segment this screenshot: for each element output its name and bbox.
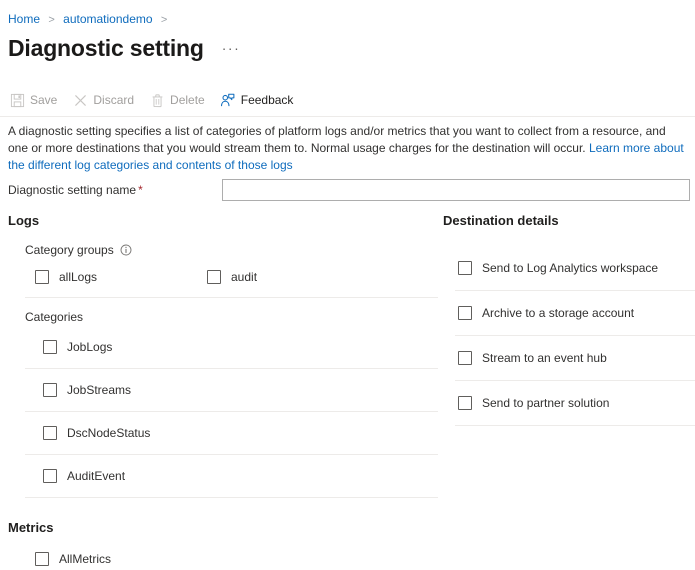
checkbox-row-log-analytics[interactable]: Send to Log Analytics workspace xyxy=(443,257,695,279)
description-body: A diagnostic setting specifies a list of… xyxy=(8,124,666,155)
checkbox-label-alllogs: allLogs xyxy=(59,269,97,285)
categories-heading: Categories xyxy=(8,309,438,325)
metrics-heading: Metrics xyxy=(8,519,438,536)
checkbox-label-allmetrics: AllMetrics xyxy=(59,551,111,567)
checkbox-row-dscnodestatus[interactable]: DscNodeStatus xyxy=(8,422,438,444)
checkbox-dscnodestatus[interactable] xyxy=(43,426,57,440)
destination-details-heading: Destination details xyxy=(443,212,695,229)
page-title: Diagnostic setting xyxy=(8,33,204,63)
checkbox-audit[interactable] xyxy=(207,270,221,284)
destination-details-column: Destination details Send to Log Analytic… xyxy=(443,212,695,426)
title-row: Diagnostic setting ··· xyxy=(8,33,240,63)
delete-label: Delete xyxy=(170,92,205,108)
category-groups-heading: Category groups xyxy=(25,242,114,258)
trash-icon xyxy=(149,92,165,108)
checkbox-send-to-partner-solution[interactable] xyxy=(458,396,472,410)
divider xyxy=(455,380,695,381)
diagnostic-setting-name-row: Diagnostic setting name* xyxy=(8,179,690,201)
checkbox-alllogs[interactable] xyxy=(35,270,49,284)
checkbox-row-alllogs[interactable]: allLogs xyxy=(35,266,207,288)
discard-button[interactable]: Discard xyxy=(72,92,134,108)
checkbox-label-send-to-log-analytics-workspace: Send to Log Analytics workspace xyxy=(482,260,658,276)
divider xyxy=(455,425,695,426)
diagnostic-setting-name-label: Diagnostic setting name* xyxy=(8,182,222,198)
info-icon[interactable] xyxy=(120,244,132,256)
checkbox-row-event-hub[interactable]: Stream to an event hub xyxy=(443,347,695,369)
feedback-button[interactable]: Feedback xyxy=(220,92,294,108)
checkbox-auditevent[interactable] xyxy=(43,469,57,483)
checkbox-label-auditevent: AuditEvent xyxy=(67,468,125,484)
checkbox-stream-to-event-hub[interactable] xyxy=(458,351,472,365)
category-groups-heading-row: Category groups xyxy=(8,242,438,258)
checkbox-row-auditevent[interactable]: AuditEvent xyxy=(8,465,438,487)
save-button[interactable]: Save xyxy=(9,92,57,108)
checkbox-archive-to-storage-account[interactable] xyxy=(458,306,472,320)
checkbox-row-audit[interactable]: audit xyxy=(207,266,257,288)
categories-heading-text: Categories xyxy=(25,309,83,325)
breadcrumb-separator: > xyxy=(48,14,54,26)
discard-label: Discard xyxy=(93,92,134,108)
checkbox-send-to-log-analytics-workspace[interactable] xyxy=(458,261,472,275)
checkbox-label-audit: audit xyxy=(231,269,257,285)
checkbox-jobstreams[interactable] xyxy=(43,383,57,397)
checkbox-row-joblogs[interactable]: JobLogs xyxy=(8,336,438,358)
logs-heading: Logs xyxy=(8,212,438,229)
divider xyxy=(25,411,438,412)
feedback-icon xyxy=(220,92,236,108)
delete-button[interactable]: Delete xyxy=(149,92,205,108)
divider xyxy=(25,454,438,455)
breadcrumb: Home > automationdemo > xyxy=(8,11,172,28)
name-label-text: Diagnostic setting name xyxy=(8,183,136,197)
toolbar-divider xyxy=(0,116,695,117)
checkbox-row-partner-solution[interactable]: Send to partner solution xyxy=(443,392,695,414)
category-groups-row: allLogs audit xyxy=(8,266,438,288)
checkbox-label-jobstreams: JobStreams xyxy=(67,382,131,398)
checkbox-label-send-to-partner-solution: Send to partner solution xyxy=(482,395,609,411)
checkbox-label-dscnodestatus: DscNodeStatus xyxy=(67,425,150,441)
divider xyxy=(455,335,695,336)
save-icon xyxy=(9,92,25,108)
checkbox-label-archive-to-storage-account: Archive to a storage account xyxy=(482,305,634,321)
diagnostic-setting-page: Home > automationdemo > Diagnostic setti… xyxy=(0,0,695,554)
divider xyxy=(25,497,438,498)
close-icon xyxy=(72,92,88,108)
divider xyxy=(25,368,438,369)
divider xyxy=(25,297,438,298)
description-text: A diagnostic setting specifies a list of… xyxy=(8,123,688,174)
checkbox-joblogs[interactable] xyxy=(43,340,57,354)
command-bar: Save Discard Delete xyxy=(9,89,308,111)
checkbox-allmetrics[interactable] xyxy=(35,552,49,566)
checkbox-label-stream-to-event-hub: Stream to an event hub xyxy=(482,350,607,366)
diagnostic-setting-name-input[interactable] xyxy=(222,179,690,201)
save-label: Save xyxy=(30,92,57,108)
checkbox-row-allmetrics[interactable]: AllMetrics xyxy=(8,548,438,570)
breadcrumb-item-home[interactable]: Home xyxy=(8,12,40,26)
divider xyxy=(455,290,695,291)
more-options-button[interactable]: ··· xyxy=(222,41,241,55)
required-marker: * xyxy=(138,183,143,197)
logs-column: Logs Category groups allLogs audit xyxy=(8,212,438,570)
checkbox-label-joblogs: JobLogs xyxy=(67,339,112,355)
checkbox-row-storage-account[interactable]: Archive to a storage account xyxy=(443,302,695,324)
breadcrumb-separator: > xyxy=(161,14,167,26)
breadcrumb-item-automationdemo[interactable]: automationdemo xyxy=(63,12,152,26)
feedback-label: Feedback xyxy=(241,92,294,108)
checkbox-row-jobstreams[interactable]: JobStreams xyxy=(8,379,438,401)
